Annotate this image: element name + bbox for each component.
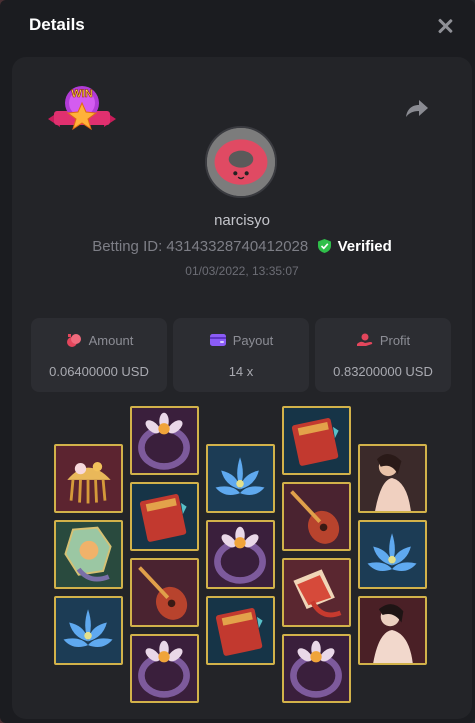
amount-label: Amount (88, 333, 134, 348)
avatar (205, 126, 277, 198)
symbol-ring (130, 406, 199, 475)
symbol-pipa-lute (282, 482, 351, 551)
coins-icon (66, 334, 81, 347)
betting-id-line: Betting ID: 43143328740412028 Verified (12, 238, 472, 255)
payout-title: Payout (173, 333, 309, 348)
amount-title: Amount (31, 333, 167, 348)
symbol-blue-lotus (206, 444, 275, 513)
username: narcisyo (214, 212, 270, 229)
share-icon[interactable] (405, 97, 429, 119)
symbol-ring (282, 634, 351, 703)
verified-shield-icon (318, 239, 332, 253)
symbol-comb (54, 444, 123, 513)
profit-value: 0.83200000 USD (333, 364, 433, 379)
symbol-fan (282, 558, 351, 627)
betting-id-label: Betting ID: (92, 238, 163, 255)
svg-text:WIN: WIN (71, 88, 92, 100)
bet-datetime: 01/03/2022, 13:35:07 (185, 264, 299, 278)
amount-card: Amount 0.06400000 USD (31, 318, 167, 392)
symbol-red-book (282, 406, 351, 475)
profit-hand-icon (356, 333, 373, 346)
close-icon[interactable] (435, 16, 455, 36)
symbol-blue-lotus (358, 520, 427, 589)
modal-title: Details (29, 15, 85, 34)
betting-id-value: 43143328740412028 (166, 238, 309, 255)
payout-value: 14 x (228, 364, 254, 379)
symbol-lady (358, 596, 427, 665)
symbol-lady (358, 444, 427, 513)
symbol-ring (130, 634, 199, 703)
win-badge-icon: WIN (48, 86, 116, 131)
profit-title: Profit (315, 333, 451, 348)
wallet-icon (209, 334, 226, 346)
symbol-red-book (206, 596, 275, 665)
payout-label: Payout (232, 333, 274, 348)
payout-card: Payout 14 x (173, 318, 309, 392)
symbol-ring (206, 520, 275, 589)
profit-card: Profit 0.83200000 USD (315, 318, 451, 392)
symbol-blue-lotus (54, 596, 123, 665)
symbol-red-book (130, 482, 199, 551)
amount-value: 0.06400000 USD (49, 364, 149, 379)
symbol-pipa-lute (130, 558, 199, 627)
symbol-jade-mirror (54, 520, 123, 589)
verified-label: Verified (337, 238, 392, 255)
details-modal: Details WIN narcisyo Betting ID: 4314332… (0, 0, 475, 723)
bet-details-panel: WIN narcisyo Betting ID: 431433287404120… (12, 57, 472, 719)
profit-label: Profit (379, 333, 411, 348)
